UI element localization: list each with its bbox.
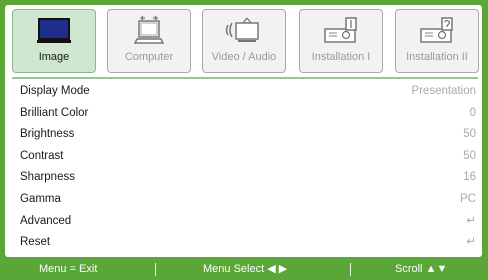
row-value: 0: [469, 106, 476, 119]
tab-installation-2[interactable]: Installation II: [395, 9, 479, 73]
row-label: Sharpness: [20, 171, 75, 184]
tab-divider: [12, 77, 478, 79]
tab-computer[interactable]: Computer: [107, 9, 191, 73]
projector-settings-icon: [396, 15, 478, 45]
footer-divider: [350, 263, 351, 276]
menu-select-hint: Menu Select ◀ ▶: [203, 263, 288, 275]
tab-label: Video / Audio: [211, 51, 277, 63]
row-value: 16: [463, 171, 476, 184]
row-label: Brightness: [20, 128, 75, 141]
computer-icon: [108, 15, 190, 45]
row-contrast[interactable]: Contrast 50: [20, 146, 476, 168]
row-label: Advanced: [20, 214, 72, 227]
row-label: Brilliant Color: [20, 106, 89, 119]
osd-menu: Image Computer Video / Audio Installatio…: [0, 0, 488, 280]
tab-label: Image: [38, 51, 70, 63]
monitor-icon: [13, 15, 95, 45]
video-audio-icon: [203, 15, 285, 45]
row-label: Contrast: [20, 149, 64, 162]
row-label: Reset: [20, 236, 51, 249]
enter-icon: ↵: [466, 214, 476, 227]
row-gamma[interactable]: Gamma PC: [20, 189, 476, 211]
row-value: 50: [463, 128, 476, 141]
tab-image[interactable]: Image: [12, 9, 96, 73]
enter-icon: ↵: [466, 236, 476, 249]
tab-installation-1[interactable]: Installation I: [299, 9, 383, 73]
tab-strip: Image Computer Video / Audio Installatio…: [12, 9, 479, 76]
row-brilliant-color[interactable]: Brilliant Color 0: [20, 103, 476, 125]
row-label: Gamma: [20, 192, 61, 205]
tab-label: Installation II: [406, 51, 468, 63]
settings-list: Display Mode Presentation Brilliant Colo…: [20, 81, 476, 254]
row-advanced[interactable]: Advanced ↵: [20, 211, 476, 233]
row-reset[interactable]: Reset ↵: [20, 232, 476, 254]
footer-divider: [155, 263, 156, 276]
projector-icon: [300, 15, 382, 45]
row-value: Presentation: [411, 85, 476, 97]
row-display-mode[interactable]: Display Mode Presentation: [20, 81, 476, 103]
row-label: Display Mode: [20, 85, 90, 97]
row-value: 50: [463, 149, 476, 162]
tab-label: Installation I: [311, 51, 371, 63]
tab-label: Computer: [124, 51, 174, 63]
row-brightness[interactable]: Brightness 50: [20, 124, 476, 146]
row-sharpness[interactable]: Sharpness 16: [20, 167, 476, 189]
scroll-hint: Scroll ▲▼: [395, 263, 448, 275]
row-value: PC: [460, 192, 476, 205]
tab-video-audio[interactable]: Video / Audio: [202, 9, 286, 73]
menu-exit-hint: Menu = Exit: [39, 263, 98, 275]
footer-hint-bar: Menu = Exit Menu Select ◀ ▶ Scroll ▲▼: [5, 260, 482, 278]
